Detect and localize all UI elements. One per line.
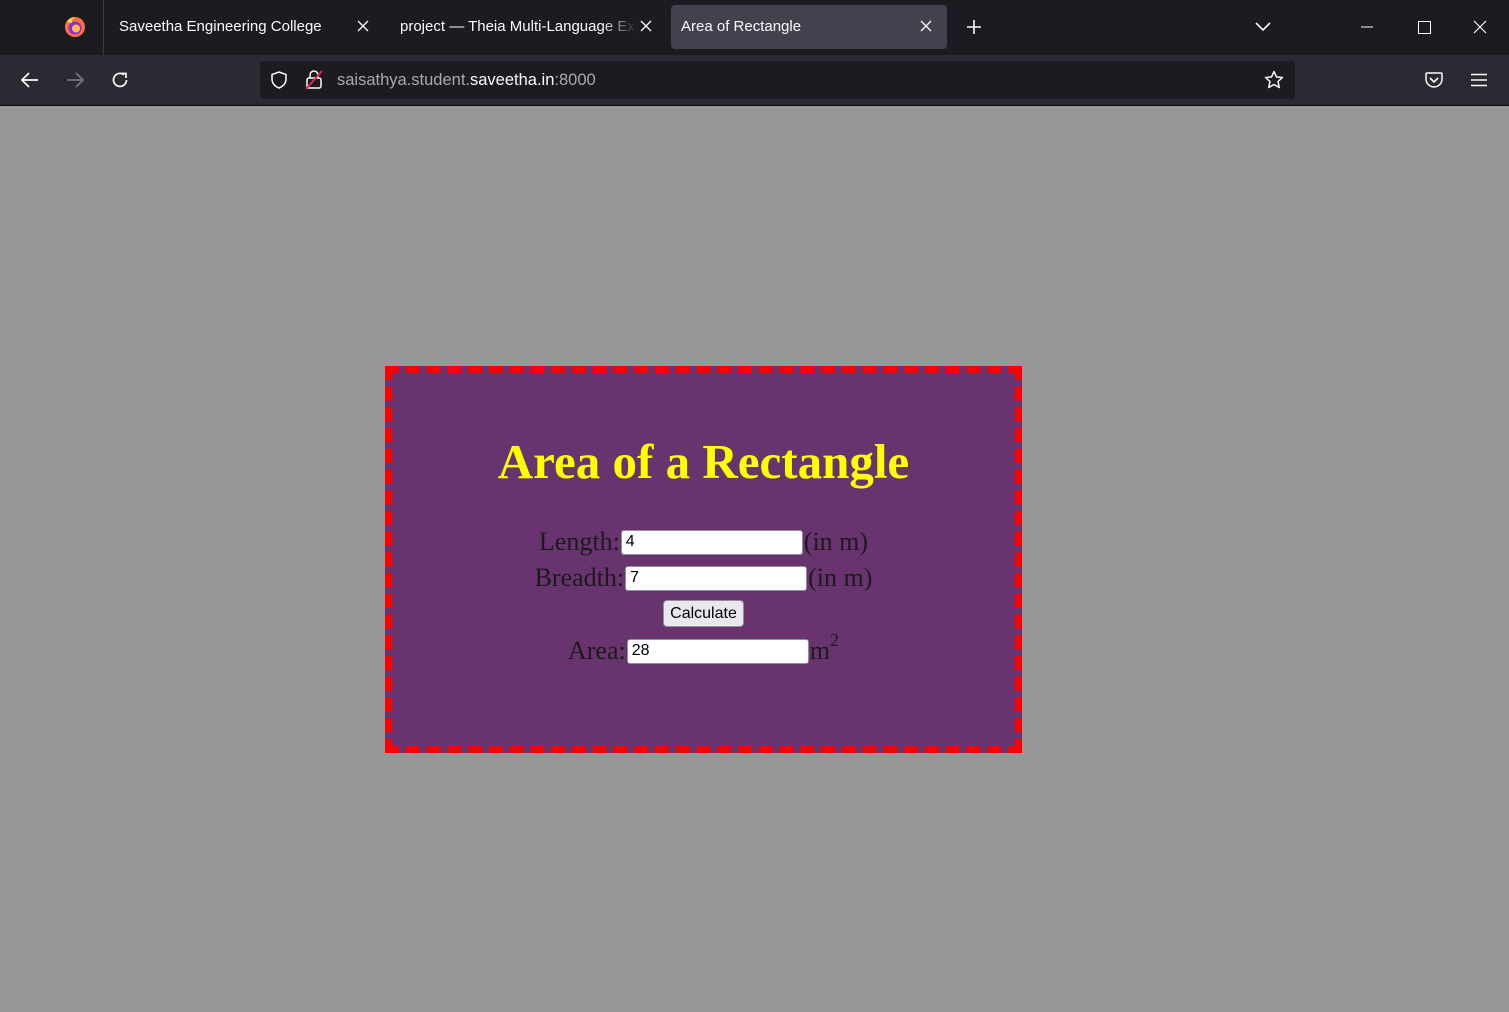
calculate-row: Calculate (392, 600, 1015, 627)
area-output[interactable] (626, 638, 809, 664)
breadth-input[interactable] (625, 565, 808, 591)
insecure-lock-icon[interactable] (303, 69, 325, 91)
breadth-label: Breadth: (534, 563, 625, 592)
reload-icon[interactable] (108, 68, 132, 92)
url-text[interactable]: saisathya.student.saveetha.in:8000 (337, 71, 596, 90)
list-all-tabs-chevron-down-icon[interactable] (1251, 15, 1275, 39)
area-unit-exponent: 2 (829, 630, 839, 650)
minimize-icon[interactable] (1355, 15, 1379, 39)
page-title: Area of a Rectangle (497, 434, 910, 489)
calculate-button[interactable]: Calculate (663, 600, 744, 627)
url-prefix: saisathya.student. (337, 71, 470, 89)
close-icon[interactable] (637, 17, 655, 35)
tab-title: Saveetha Engineering College (119, 18, 322, 35)
tab-area-of-rectangle[interactable]: Area of Rectangle (671, 5, 947, 49)
tab-bar: Saveetha Engineering College project — T… (0, 0, 1509, 55)
tab-saveetha[interactable]: Saveetha Engineering College (104, 5, 384, 49)
address-bar[interactable]: saisathya.student.saveetha.in:8000 (260, 61, 1295, 99)
window-close-icon[interactable] (1468, 15, 1492, 39)
breadth-row: Breadth: (in m) (392, 563, 1015, 593)
back-arrow-icon[interactable] (18, 68, 42, 92)
url-port: :8000 (554, 71, 596, 89)
tab-title: Area of Rectangle (681, 18, 802, 35)
length-row: Length: (in m) (392, 527, 1015, 557)
new-tab-plus-icon[interactable] (962, 15, 986, 39)
close-icon[interactable] (917, 17, 935, 35)
breadth-unit: (in m) (808, 563, 873, 592)
firefox-logo-icon[interactable] (64, 16, 86, 38)
tab-title: project — Theia Multi-Language Explorer (400, 18, 637, 35)
area-unit-base: m (809, 636, 830, 665)
maximize-icon[interactable] (1412, 15, 1436, 39)
area-row: Area: m2 (392, 630, 1015, 666)
tab-theia-project[interactable]: project — Theia Multi-Language Explorer (385, 5, 665, 49)
pocket-icon[interactable] (1422, 68, 1446, 92)
length-input[interactable] (620, 529, 803, 555)
length-label: Length: (538, 527, 620, 556)
area-unit: m2 (809, 630, 839, 666)
hamburger-menu-icon[interactable] (1467, 68, 1491, 92)
forward-arrow-icon[interactable] (63, 68, 87, 92)
length-unit: (in m) (803, 527, 869, 556)
rectangle-calculator-card: Area of a Rectangle Length: (in m) Bread… (385, 366, 1022, 753)
toolbar-divider (0, 105, 1509, 106)
area-label: Area: (568, 636, 626, 665)
url-host: saveetha.in (470, 71, 555, 89)
tracking-protection-shield-icon[interactable] (269, 70, 289, 90)
navigation-toolbar: saisathya.student.saveetha.in:8000 (0, 55, 1509, 105)
bookmark-star-icon[interactable] (1263, 69, 1285, 91)
close-icon[interactable] (354, 17, 372, 35)
